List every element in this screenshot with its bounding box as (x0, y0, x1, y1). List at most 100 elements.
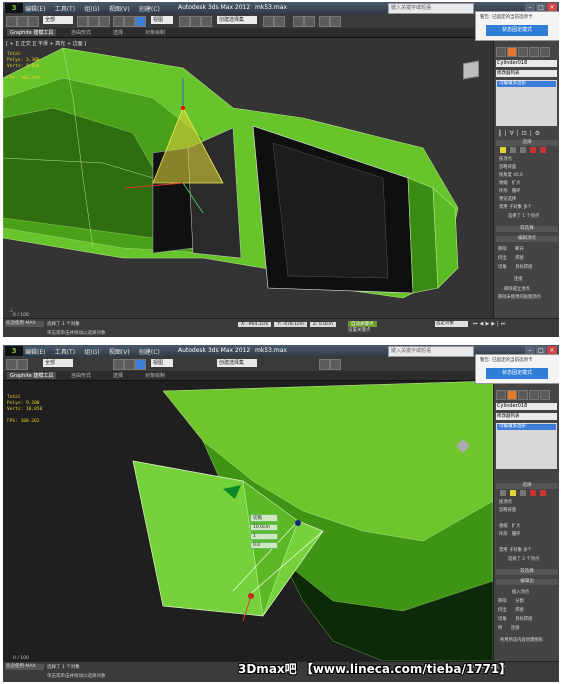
preview-multi-radio[interactable]: 多个 (523, 205, 532, 210)
create-tab-icon[interactable] (496, 47, 506, 57)
viewport-label[interactable]: [ + ][ 正交 ][ 平滑 + 高光 + 边面 ] (6, 40, 86, 47)
extrude-button[interactable]: 挤出 (498, 608, 507, 613)
link-icon[interactable] (28, 16, 39, 27)
preview-multi-radio[interactable]: 多个 (523, 548, 532, 553)
menu-group[interactable]: 组(G) (84, 349, 99, 356)
remove-button[interactable]: 移除 (498, 247, 507, 252)
scale-icon[interactable] (135, 359, 146, 370)
hierarchy-tab-icon[interactable] (518, 47, 528, 57)
angle-snap-icon[interactable] (190, 16, 201, 27)
grow-button[interactable]: 扩大 (512, 181, 521, 186)
percent-snap-icon[interactable] (201, 16, 212, 27)
angle-value[interactable]: 45.0 (513, 173, 523, 178)
shrink-button[interactable]: 收缩 (499, 524, 508, 529)
time-slider-frame[interactable]: 0 / 100 (13, 313, 29, 318)
edge-mode-icon[interactable] (510, 490, 516, 496)
polygon-mode-icon[interactable] (530, 490, 536, 496)
create-shape-button[interactable]: 利用所选内容创建图形 (500, 637, 543, 643)
menu-create[interactable]: 创建(C) (139, 6, 160, 13)
tab-object-paint[interactable]: 对象绘制 (145, 372, 165, 379)
select-object-icon[interactable] (77, 16, 88, 27)
connect-button[interactable]: 连接 (511, 626, 520, 631)
preview-subobj-radio[interactable]: 子对象 (509, 548, 522, 553)
move-icon[interactable] (113, 359, 124, 370)
time-slider-frame[interactable]: 0 / 100 (13, 656, 29, 661)
chamfer-button[interactable]: 切角 (498, 265, 507, 270)
modifier-list-select[interactable]: 修改器列表 (496, 70, 557, 77)
caddy-value-3[interactable]: 0.0 (250, 542, 278, 549)
ignore-backface-checkbox[interactable]: 忽略背面 (499, 507, 516, 513)
remove-isolated-button[interactable]: 移除孤立顶点 (504, 286, 530, 292)
preview-disabled-radio[interactable]: 禁用 (499, 548, 508, 553)
target-weld-button[interactable]: 目标焊接 (515, 617, 532, 622)
element-mode-icon[interactable] (540, 147, 546, 153)
viewport-perspective[interactable]: [ + ][ 正交 ][ 平滑 + 高光 + 边面 ] Total Polys:… (3, 38, 493, 318)
rect-selection-icon[interactable] (99, 16, 110, 27)
rotate-icon[interactable] (124, 359, 135, 370)
tab-graphite[interactable]: Graphite 建模工具 (7, 372, 57, 379)
target-weld-button[interactable]: 目标焊接 (515, 265, 532, 270)
scale-icon[interactable] (135, 16, 146, 27)
tab-graphite[interactable]: Graphite 建模工具 (7, 29, 57, 36)
polygon-mode-icon[interactable] (530, 147, 536, 153)
ring-button[interactable]: 环形 (499, 532, 508, 537)
curve-editor-icon[interactable] (293, 16, 304, 27)
remove-unused-map-button[interactable]: 移除未使用的贴图顶点 (498, 294, 541, 300)
viewport-perspective[interactable]: Total Polys: 9,200 Verts: 10,050 FPS: 10… (3, 381, 493, 661)
by-vertex-checkbox[interactable]: 按顶点 (499, 499, 512, 505)
chamfer-button[interactable]: 切角 (498, 617, 507, 622)
menu-edit[interactable]: 编辑(E) (25, 6, 45, 13)
vertex-mode-icon[interactable] (500, 490, 506, 496)
move-icon[interactable] (113, 16, 124, 27)
bridge-button[interactable]: 桥 (498, 626, 502, 631)
reference-coord-select[interactable]: 视图 (151, 359, 173, 367)
tooltip-button[interactable]: 状态固定模式 (486, 368, 548, 379)
rollout-edit-edges[interactable]: 编辑边 (496, 579, 558, 585)
maxscript-listener[interactable]: 欢迎使用 MAX (5, 664, 44, 670)
stack-item[interactable]: 可编辑多边形 (497, 81, 556, 87)
rollout-selection[interactable]: 选择 (496, 483, 558, 489)
menu-edit[interactable]: 编辑(E) (25, 349, 45, 356)
material-editor-icon[interactable] (304, 16, 315, 27)
connect-button[interactable]: 连接 (514, 276, 523, 282)
redo-icon[interactable] (17, 359, 28, 370)
element-mode-icon[interactable] (540, 490, 546, 496)
set-key-button[interactable]: 设置关键点 (348, 328, 371, 333)
display-tab-icon[interactable] (540, 47, 550, 57)
render-icon[interactable] (330, 359, 341, 370)
tab-object-paint[interactable]: 对象绘制 (145, 29, 165, 36)
grow-button[interactable]: 扩大 (512, 524, 521, 529)
named-selection-set[interactable]: 创建选择集 (217, 16, 257, 24)
rollout-edit-vertices[interactable]: 编辑顶点 (496, 236, 558, 242)
menu-tools[interactable]: 工具(T) (55, 349, 75, 356)
motion-tab-icon[interactable] (529, 47, 539, 57)
modify-tab-icon[interactable] (507, 47, 517, 57)
ignore-backface-checkbox[interactable]: 忽略背面 (499, 164, 516, 170)
remove-button[interactable]: 移除 (498, 599, 507, 604)
undo-icon[interactable] (6, 16, 17, 27)
weld-button[interactable]: 焊接 (515, 256, 524, 261)
loop-button[interactable]: 循环 (512, 532, 521, 537)
modifier-list-select[interactable]: 修改器列表 (496, 413, 557, 420)
menu-views[interactable]: 视图(V) (109, 349, 130, 356)
search-input[interactable]: 键入关键字或短语 (388, 3, 474, 14)
weld-button[interactable]: 焊接 (515, 608, 524, 613)
modify-tab-icon[interactable] (507, 390, 517, 400)
menu-views[interactable]: 视图(V) (109, 6, 130, 13)
app-logo-icon[interactable]: 3 (5, 346, 23, 356)
vertex-mode-icon[interactable] (500, 147, 506, 153)
rollout-selection[interactable]: 选择 (496, 140, 558, 146)
coord-z[interactable]: Z: 0.0cm (309, 322, 336, 327)
modifier-stack[interactable]: 可编辑多边形 (496, 80, 557, 126)
preview-disabled-radio[interactable]: 禁用 (499, 205, 508, 210)
selection-filter[interactable]: 全部 (43, 16, 73, 24)
by-angle-checkbox[interactable]: 按角度 (499, 173, 512, 178)
break-button[interactable]: 断开 (515, 247, 524, 252)
viewcube-icon[interactable] (463, 60, 479, 80)
tab-freeform[interactable]: 自由形式 (71, 29, 91, 36)
align-icon[interactable] (274, 16, 285, 27)
coord-y[interactable]: Y: -478.1cm (274, 322, 307, 327)
by-vertex-checkbox[interactable]: 按顶点 (499, 156, 512, 162)
stack-item[interactable]: 可编辑多边形 (497, 424, 556, 430)
undo-icon[interactable] (6, 359, 17, 370)
